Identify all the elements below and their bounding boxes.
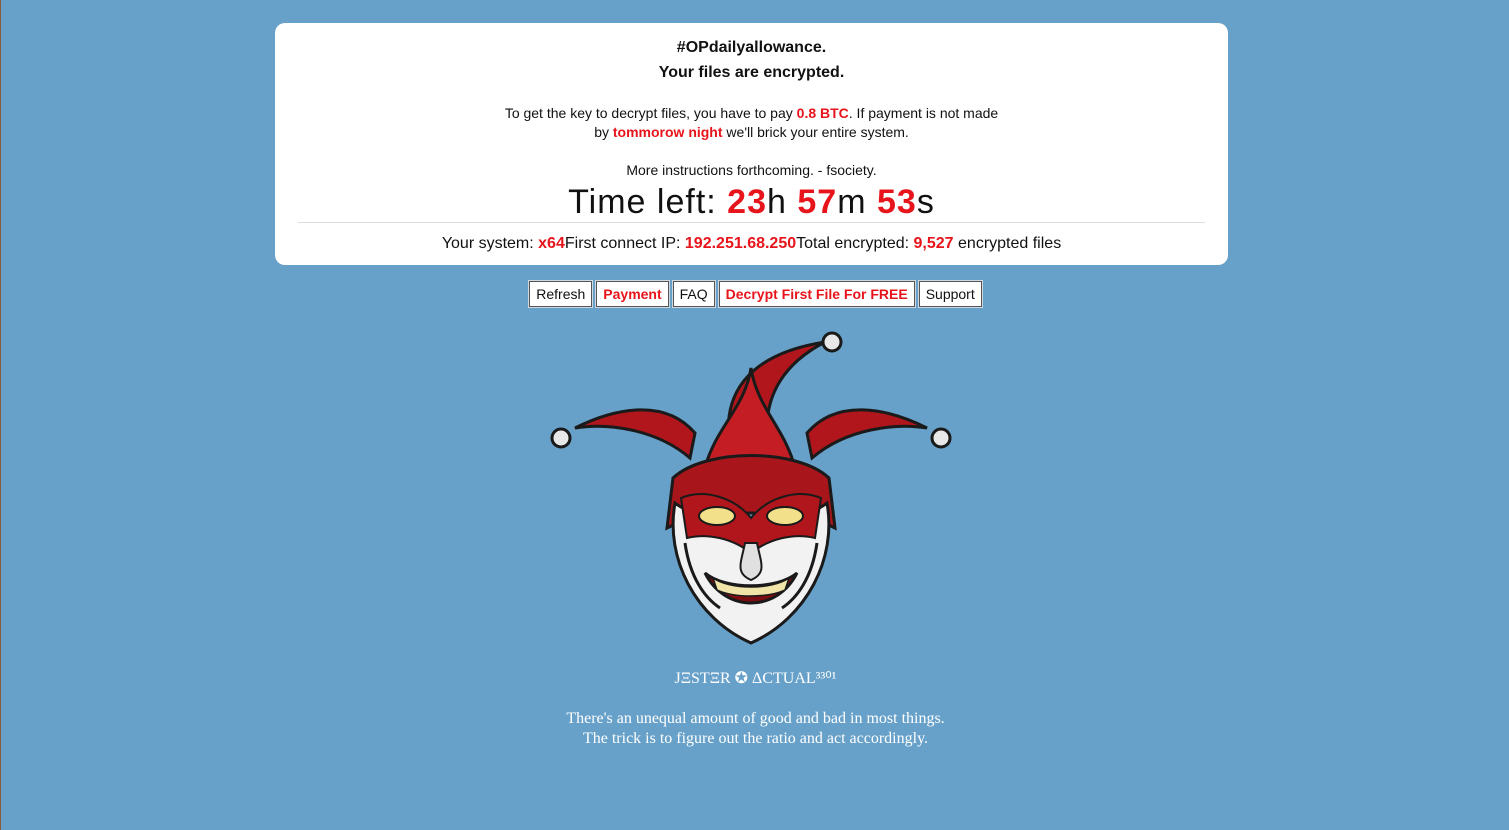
system-label: Your system: (441, 235, 539, 252)
ip-value: 192.251.68.250 (684, 235, 797, 252)
payment-button[interactable]: Payment (596, 281, 669, 307)
decrypt-free-button[interactable]: Decrypt First File For FREE (718, 281, 915, 307)
quote: There's an unequal amount of good and ba… (1, 709, 1509, 749)
timer-minutes-unit: m (837, 183, 867, 221)
countdown-timer: Time left: 23h 57m 53s (275, 180, 1228, 224)
hashtag-title: #OPdailyallowance. (676, 39, 827, 56)
timer-hours: 23 (727, 183, 767, 221)
timer-hours-unit: h (767, 183, 787, 221)
timer-seconds: 53 (876, 183, 917, 221)
jester-mask-icon (550, 331, 952, 645)
quote-line-1: There's an unequal amount of good and ba… (566, 710, 945, 727)
deadline-text: tommorow night (612, 124, 723, 140)
support-button[interactable]: Support (918, 281, 982, 307)
instructions-text-1: To get the key to decrypt files, you hav… (504, 105, 797, 121)
instructions-text-3: by (594, 124, 613, 140)
timer-seconds-unit: s (916, 183, 935, 221)
payment-instructions: To get the key to decrypt files, you hav… (275, 104, 1228, 142)
total-value: 9,527 (913, 235, 954, 252)
encrypted-heading: Your files are encrypted. (658, 64, 845, 81)
more-instructions: More instructions forthcoming. - fsociet… (626, 162, 877, 178)
quote-line-2: The trick is to figure out the ratio and… (582, 730, 929, 747)
action-buttons: Refresh Payment FAQ Decrypt First File F… (1, 281, 1509, 307)
divider (298, 222, 1205, 223)
refresh-button[interactable]: Refresh (529, 281, 593, 307)
system-value: x64 (538, 235, 565, 252)
ransom-notice-card: #OPdailyallowance. Your files are encryp… (275, 23, 1228, 265)
total-label: Total encrypted: (796, 235, 914, 252)
ip-label: First connect IP: (564, 235, 685, 252)
timer-label: Time left: (568, 183, 728, 221)
system-info-line: Your system: x64First connect IP: 192.25… (275, 235, 1228, 253)
instructions-text-2: . If payment is not made (848, 105, 999, 121)
signature: JΞSTΞR ✪ ΔCTUAL³³⁰¹ (674, 670, 837, 687)
btc-amount: 0.8 BTC (796, 105, 849, 121)
faq-button[interactable]: FAQ (672, 281, 715, 307)
instructions-text-4: we'll brick your entire system. (722, 124, 909, 140)
timer-minutes: 57 (797, 183, 838, 221)
total-suffix: encrypted files (953, 235, 1062, 252)
